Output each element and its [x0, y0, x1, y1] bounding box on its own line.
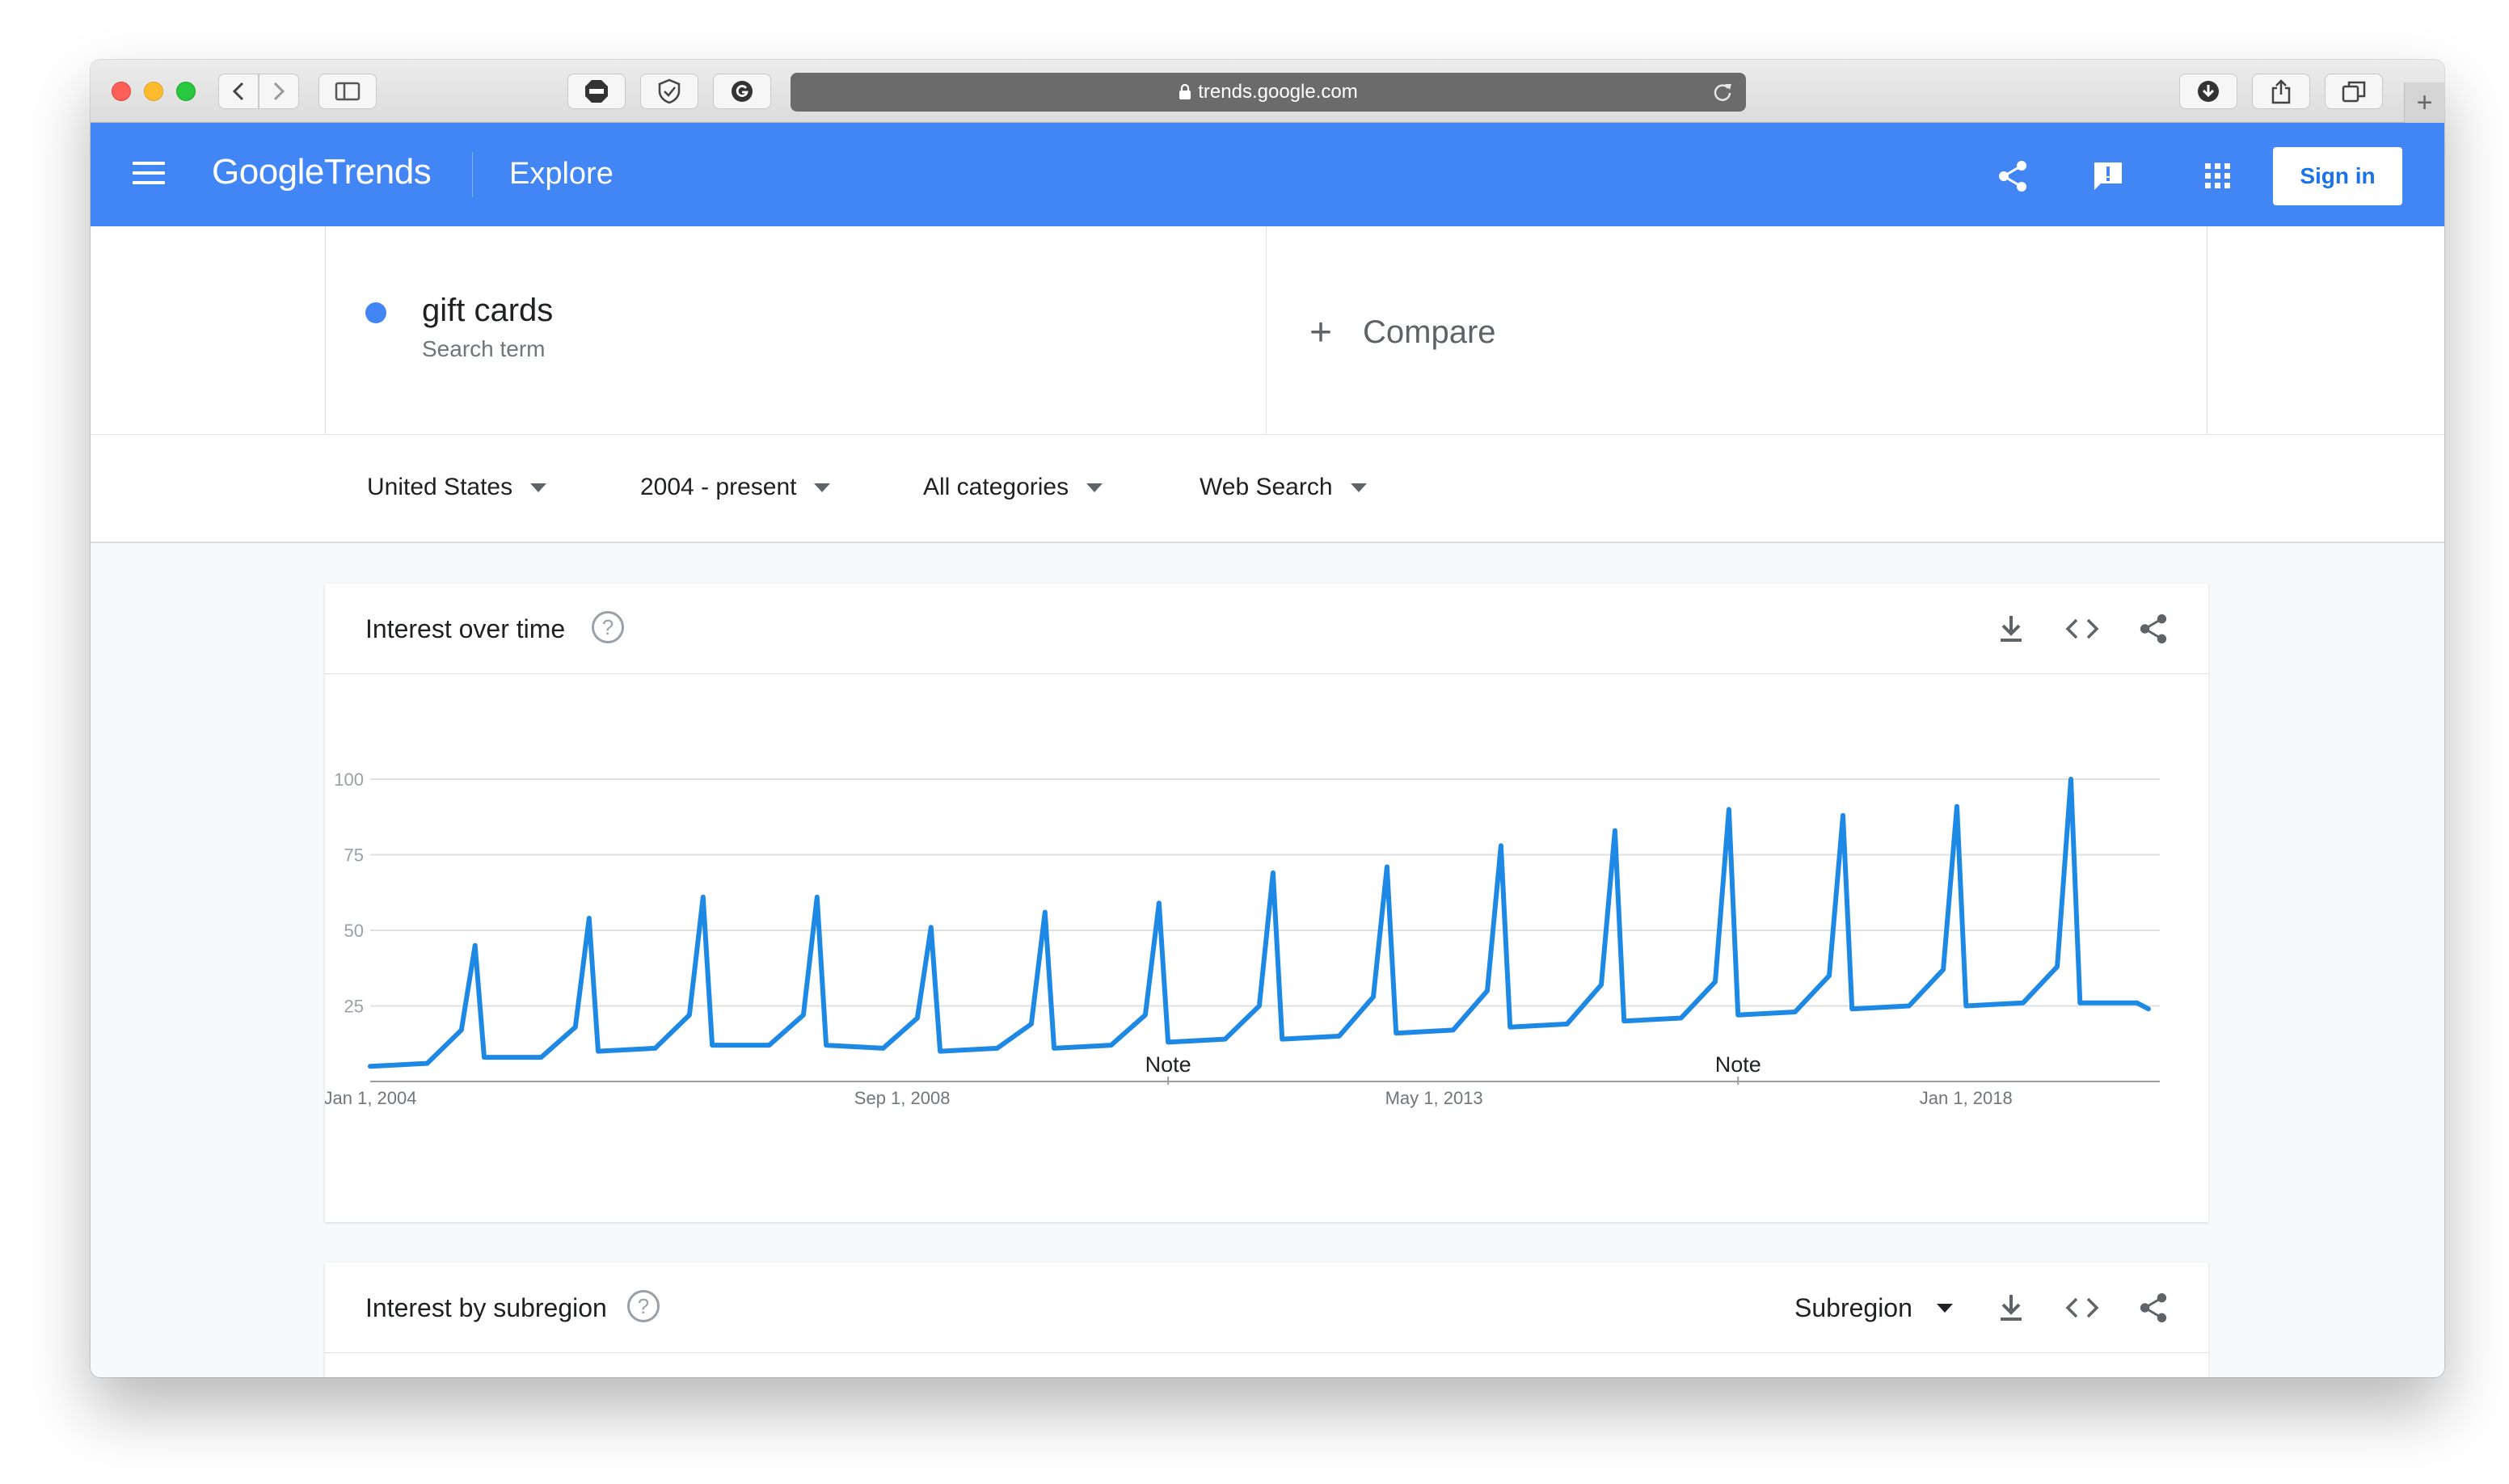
search-terms-bar: gift cards Search term + Compare: [91, 226, 2444, 435]
address-bar[interactable]: trends.google.com: [791, 73, 1746, 112]
minimize-window-button[interactable]: [144, 82, 163, 101]
reload-icon[interactable]: [1712, 81, 1733, 108]
time-range-dropdown[interactable]: 2004 - present: [640, 474, 831, 501]
y-tick-label: 75: [344, 845, 364, 866]
google-trends-logo[interactable]: GoogleTrends: [212, 152, 432, 192]
sign-in-button[interactable]: Sign in: [2273, 147, 2402, 205]
category-dropdown[interactable]: All categories: [923, 474, 1103, 501]
share-page-button[interactable]: [2252, 74, 2310, 109]
share-header-button[interactable]: [1995, 158, 2030, 194]
search-term-type: Search term: [422, 336, 546, 361]
sidebar-icon: [335, 82, 361, 101]
interest-by-subregion-card: Interest by subregion ? Subregion: [325, 1263, 2208, 1377]
url-text: trends.google.com: [1198, 81, 1358, 103]
header-divider: [472, 152, 473, 197]
note-annotation[interactable]: Note: [1715, 1052, 1761, 1077]
search-type-dropdown[interactable]: Web Search: [1200, 474, 1367, 501]
code-icon: [2065, 1297, 2099, 1318]
share-icon: [2140, 613, 2167, 644]
divider: [1266, 226, 1267, 435]
tabs-icon: [2342, 81, 2366, 103]
compare-button[interactable]: + Compare: [1309, 310, 1496, 355]
region-label: United States: [367, 474, 513, 500]
region-dropdown[interactable]: United States: [367, 474, 547, 501]
share-chart-button[interactable]: [2136, 611, 2171, 647]
y-tick-label: 100: [334, 769, 364, 790]
download-icon: [2001, 616, 2022, 642]
compare-label: Compare: [1363, 314, 1496, 350]
x-tick-label: Sep 1, 2008: [854, 1088, 951, 1108]
chevron-right-icon: [273, 82, 285, 101]
embed-button[interactable]: [2064, 611, 2100, 647]
feedback-icon: [2094, 162, 2122, 190]
trends-header: GoogleTrends Explore Sign in: [91, 123, 2444, 226]
browser-window: trends.google.com + GoogleTrends Explore: [91, 60, 2444, 1377]
download-circle-icon: [2198, 81, 2219, 102]
back-button[interactable]: [218, 74, 259, 109]
share-icon: [2140, 1292, 2167, 1323]
page-title: Explore: [509, 157, 614, 191]
download-icon: [2001, 1295, 2022, 1321]
caret-down-icon: [1086, 483, 1103, 492]
divider: [325, 226, 326, 435]
new-tab-button[interactable]: +: [2404, 82, 2444, 123]
share-icon: [2271, 79, 2291, 104]
tabs-overview-button[interactable]: [2325, 74, 2383, 109]
note-annotation[interactable]: Note: [1145, 1052, 1191, 1077]
plus-icon: +: [1309, 311, 1333, 354]
adblock-icon: [585, 80, 608, 103]
grammarly-extension-button[interactable]: [713, 74, 771, 109]
term-color-dot: [365, 302, 386, 323]
y-tick-label: 25: [344, 997, 364, 1017]
privacy-extension-button[interactable]: [640, 74, 698, 109]
y-tick-label: 50: [344, 921, 364, 941]
x-tick-label: Jan 1, 2004: [325, 1088, 416, 1108]
share-icon: [1999, 161, 2026, 192]
embed-button[interactable]: [2064, 1290, 2100, 1326]
menu-icon[interactable]: [133, 162, 165, 188]
caret-down-icon: [530, 483, 547, 492]
close-window-button[interactable]: [112, 82, 131, 101]
apps-button[interactable]: [2200, 158, 2236, 194]
x-tick-label: May 1, 2013: [1385, 1088, 1483, 1108]
download-csv-button[interactable]: [1993, 611, 2029, 647]
x-tick-label: Jan 1, 2018: [1920, 1088, 2013, 1108]
card-header: Interest over time ?: [325, 584, 2208, 674]
time-range-label: 2004 - present: [640, 474, 797, 500]
caret-down-icon: [1936, 1304, 1953, 1313]
downloads-button[interactable]: [2179, 74, 2237, 109]
search-type-label: Web Search: [1200, 474, 1333, 500]
help-icon[interactable]: ?: [627, 1290, 660, 1322]
filters-bar: United States 2004 - present All categor…: [91, 435, 2444, 543]
help-icon[interactable]: ?: [592, 611, 624, 643]
caret-down-icon: [814, 483, 831, 492]
subregion-label: Subregion: [1794, 1293, 1912, 1322]
category-label: All categories: [923, 474, 1069, 500]
code-icon: [2065, 618, 2099, 639]
search-term-name[interactable]: gift cards: [422, 293, 553, 329]
shield-icon: [658, 78, 681, 104]
card-title: Interest over time: [365, 614, 566, 643]
chevron-left-icon: [232, 82, 244, 101]
lock-icon: [1179, 84, 1191, 100]
card-title: Interest by subregion: [365, 1293, 607, 1322]
download-csv-button[interactable]: [1993, 1290, 2029, 1326]
series-line[interactable]: [368, 777, 2151, 1069]
share-map-button[interactable]: [2136, 1290, 2171, 1326]
interest-over-time-card: Interest over time ? Note Note 25 50 75 100 J…: [325, 584, 2208, 1222]
zoom-window-button[interactable]: [176, 82, 196, 101]
sidebar-toggle-button[interactable]: [318, 74, 377, 109]
adblock-extension-button[interactable]: [567, 74, 626, 109]
interest-line-chart: Note Note 25 50 75 100 Jan 1, 2004 Sep 1, 2008…: [325, 769, 2160, 1108]
card-header: Interest by subregion ? Subregion: [325, 1263, 2208, 1353]
subregion-dropdown[interactable]: Subregion: [1794, 1293, 1953, 1323]
apps-grid-icon: [2205, 163, 2230, 188]
grammarly-icon: [732, 81, 753, 102]
feedback-button[interactable]: [2090, 158, 2126, 194]
browser-toolbar: trends.google.com +: [91, 60, 2444, 123]
forward-button[interactable]: [259, 74, 299, 109]
caret-down-icon: [1350, 483, 1367, 492]
